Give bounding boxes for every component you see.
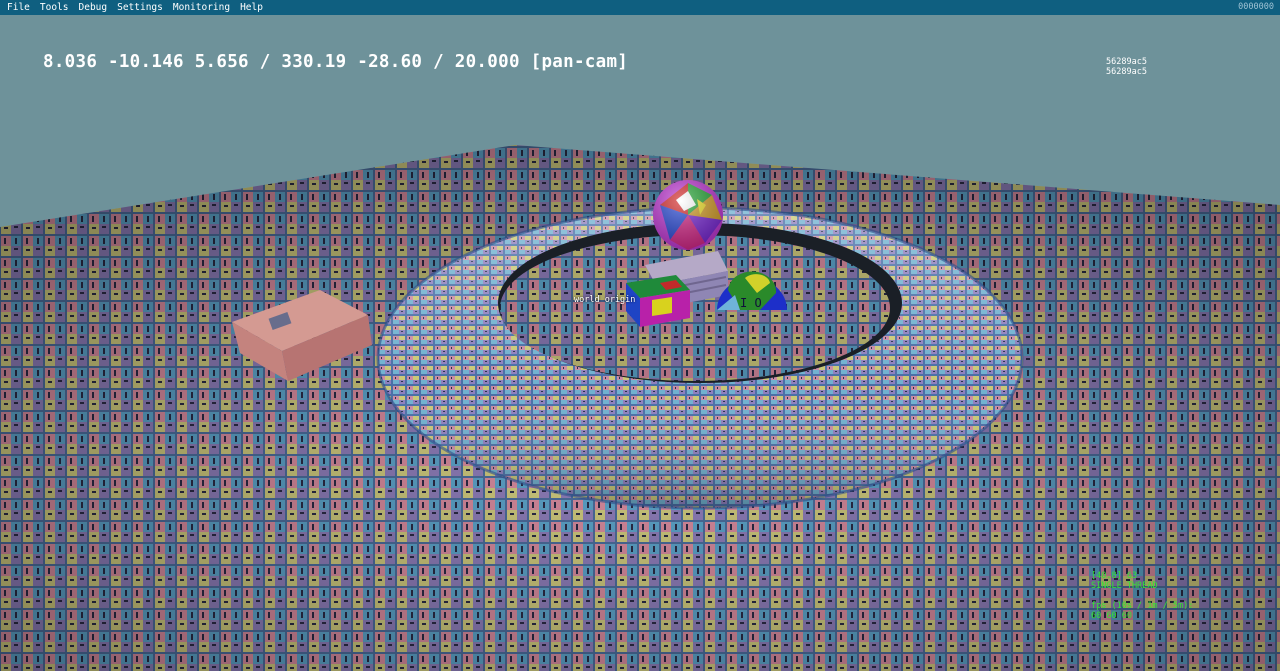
3d-viewport[interactable]: I O	[0, 15, 1280, 671]
perf-fps-values: 60 60 60	[1091, 611, 1132, 621]
scene-render: I O	[0, 145, 1280, 671]
camera-readout: 8.036 -10.146 5.656 / 330.19 -28.60 / 20…	[43, 52, 629, 72]
menu-tools[interactable]: Tools	[35, 0, 74, 15]
perf-stats: [40.8] 63 SINGLE THREAD fps (10s / 1m / …	[1091, 571, 1193, 621]
multicolor-cube-object	[626, 275, 690, 327]
faceted-sphere-object	[653, 180, 723, 250]
menu-status-text: 0000000	[1238, 2, 1274, 12]
perf-frame-time: [40.8] 63	[1091, 571, 1138, 581]
hash-line: 56289ac5	[1106, 57, 1147, 67]
menu-monitoring[interactable]: Monitoring	[168, 0, 235, 15]
menu-settings[interactable]: Settings	[112, 0, 168, 15]
torus-object	[376, 206, 1024, 510]
menu-bar: File Tools Debug Settings Monitoring Hel…	[0, 0, 1280, 15]
menu-help[interactable]: Help	[235, 0, 268, 15]
menu-file[interactable]: File	[0, 0, 35, 15]
world-origin-label: world origin	[574, 295, 636, 305]
perf-thread-mode: SINGLE THREAD	[1091, 581, 1158, 591]
menu-debug[interactable]: Debug	[74, 0, 113, 15]
hash-line: 56289ac5	[1106, 67, 1147, 77]
hash-readout: 56289ac5 56289ac5	[1106, 57, 1147, 77]
svg-text:I O: I O	[740, 296, 762, 310]
perf-fps-label: fps (10s / 1m / 5m):	[1091, 601, 1194, 611]
